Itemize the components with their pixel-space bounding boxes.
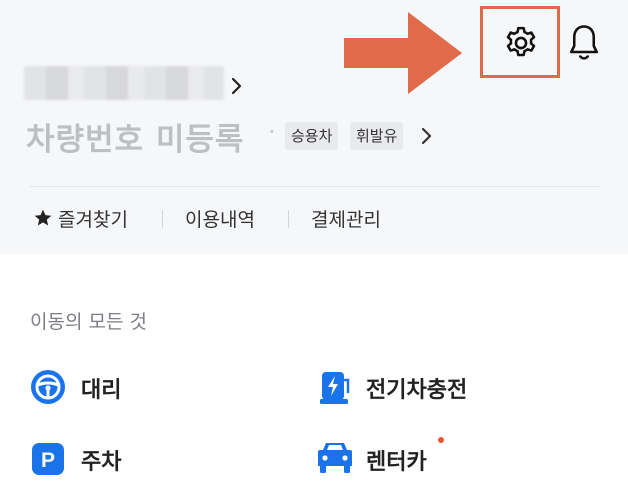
header-divider	[30, 186, 600, 187]
star-icon	[34, 209, 52, 226]
car-icon	[318, 443, 352, 473]
vehicle-type-tag: 승용차	[285, 122, 339, 150]
highlight-arrow-icon	[344, 12, 462, 94]
service-daeri-label[interactable]: 대리	[81, 372, 121, 404]
bell-icon[interactable]	[566, 22, 602, 64]
chevron-right-icon[interactable]	[230, 76, 244, 96]
parking-icon: P	[32, 443, 64, 475]
fuel-type-tag: 휘발유	[350, 122, 404, 150]
history-link[interactable]: 이용내역	[185, 205, 255, 232]
new-badge-dot	[438, 437, 444, 443]
user-name-blurred[interactable]	[24, 66, 224, 100]
service-rentacar-label[interactable]: 렌터카	[366, 444, 427, 476]
svg-text:P: P	[41, 449, 55, 472]
payment-link[interactable]: 결제관리	[311, 205, 381, 232]
favorites-link[interactable]: 즐겨찾기	[58, 205, 128, 232]
menu-separator	[162, 210, 163, 228]
steering-wheel-icon	[31, 370, 65, 404]
ev-charging-icon	[320, 372, 350, 404]
menu-separator	[288, 210, 289, 228]
chevron-right-icon[interactable]	[420, 126, 434, 146]
plate-status-text[interactable]: 차량번호 미등록	[26, 114, 244, 159]
service-parking-label[interactable]: 주차	[81, 444, 121, 476]
service-ev-charging-label[interactable]: 전기차충전	[366, 372, 467, 404]
section-title: 이동의 모든 것	[30, 311, 147, 333]
gear-icon[interactable]	[502, 24, 540, 62]
separator-dot: ·	[268, 118, 276, 146]
